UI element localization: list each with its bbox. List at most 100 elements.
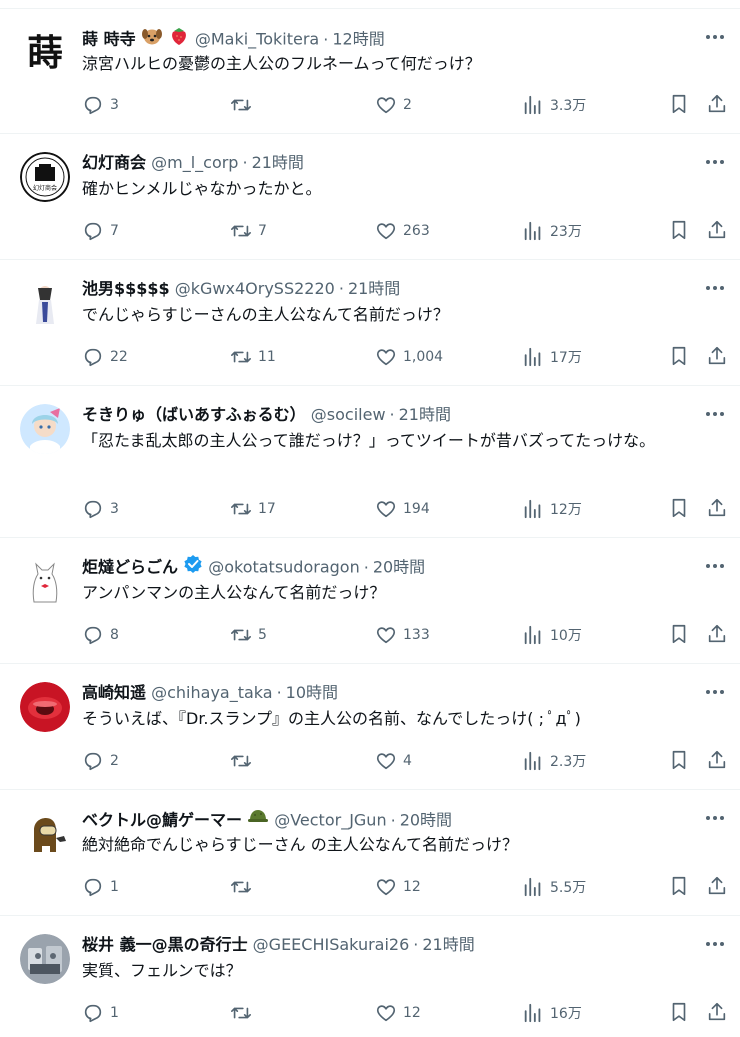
- display-name[interactable]: そきりゅ（ばいあすふぉるむ）: [82, 405, 306, 424]
- display-name[interactable]: 池男$$$$$: [82, 279, 170, 298]
- bookmark-button[interactable]: [668, 1001, 690, 1027]
- more-icon[interactable]: [702, 682, 728, 702]
- like-button[interactable]: 133: [375, 623, 430, 647]
- like-button[interactable]: 12: [375, 1001, 421, 1025]
- retweet-button[interactable]: 11: [230, 345, 276, 369]
- retweet-button[interactable]: 17: [230, 497, 276, 521]
- more-icon[interactable]: [702, 404, 728, 424]
- bookmark-button[interactable]: [668, 623, 690, 649]
- tweet[interactable]: 蒔 蒔 時寺 @Maki_Tokitera · 12時間 涼宮ハルヒの憂鬱の主人公の…: [0, 9, 740, 134]
- views-button[interactable]: 23万: [522, 219, 582, 243]
- views-button[interactable]: 5.5万: [522, 875, 586, 899]
- handle[interactable]: @Maki_Tokitera: [195, 30, 319, 49]
- like-button[interactable]: 4: [375, 749, 412, 773]
- display-name[interactable]: 幻灯商会: [82, 153, 146, 172]
- tweet[interactable]: 高崎知遥 @chihaya_taka · 10時間 そういえば、『Dr.スランプ』の…: [0, 664, 740, 790]
- bookmark-button[interactable]: [668, 219, 690, 245]
- tweet[interactable]: ベクトル@鯖ゲーマー @Vector_JGun · 20時間 絶対絶命でんじゃらすじ…: [0, 790, 740, 916]
- handle[interactable]: @okotatsudoragon: [208, 558, 360, 577]
- like-button[interactable]: 1,004: [375, 345, 443, 369]
- share-button[interactable]: [706, 219, 728, 245]
- bookmark-icon: [672, 94, 686, 114]
- views-button[interactable]: 17万: [522, 345, 582, 369]
- views-button[interactable]: 16万: [522, 1001, 582, 1025]
- timestamp[interactable]: 21時間: [399, 405, 451, 424]
- share-button[interactable]: [706, 623, 728, 649]
- display-name[interactable]: 蒔 時寺: [82, 30, 136, 49]
- more-icon[interactable]: [702, 934, 728, 954]
- tweet[interactable]: 炬燵どらごん @okotatsudoragon · 20時間 アンパンマンの主人公な…: [0, 538, 740, 664]
- reply-button[interactable]: 7: [82, 219, 119, 243]
- like-button[interactable]: 194: [375, 497, 430, 521]
- handle[interactable]: @kGwx4OrySS2220: [175, 279, 335, 298]
- avatar[interactable]: [20, 278, 70, 328]
- avatar[interactable]: [20, 934, 70, 984]
- reply-icon: [84, 878, 102, 897]
- bookmark-button[interactable]: [668, 345, 690, 371]
- timestamp[interactable]: 21時間: [252, 153, 304, 172]
- share-button[interactable]: [706, 345, 728, 371]
- handle[interactable]: @Vector_JGun: [274, 811, 386, 830]
- handle[interactable]: @GEECHISakurai26: [253, 935, 410, 954]
- timestamp[interactable]: 21時間: [348, 279, 400, 298]
- reply-button[interactable]: 3: [82, 497, 119, 521]
- separator: ·: [413, 935, 419, 954]
- bookmark-button[interactable]: [668, 875, 690, 901]
- display-name[interactable]: 高崎知遥: [82, 683, 146, 702]
- timestamp[interactable]: 21時間: [422, 935, 474, 954]
- avatar[interactable]: [20, 404, 70, 454]
- timestamp[interactable]: 20時間: [373, 558, 425, 577]
- tweet[interactable]: 桜井 義一@黒の奇行士 @GEECHISakurai26 · 21時間 実質、フェル…: [0, 916, 740, 1037]
- retweet-button[interactable]: 5: [230, 623, 267, 647]
- views-button[interactable]: 3.3万: [522, 93, 586, 117]
- avatar[interactable]: 幻灯商会: [20, 152, 70, 202]
- like-button[interactable]: 263: [375, 219, 430, 243]
- reply-button[interactable]: 22: [82, 345, 128, 369]
- timestamp[interactable]: 12時間: [332, 30, 384, 49]
- share-button[interactable]: [706, 497, 728, 523]
- share-button[interactable]: [706, 749, 728, 775]
- like-button[interactable]: 12: [375, 875, 421, 899]
- retweet-button[interactable]: [230, 749, 258, 773]
- views-button[interactable]: 12万: [522, 497, 582, 521]
- more-icon[interactable]: [702, 278, 728, 298]
- retweet-button[interactable]: [230, 1001, 258, 1025]
- avatar[interactable]: [20, 808, 70, 858]
- more-icon[interactable]: [702, 152, 728, 172]
- more-icon[interactable]: [702, 556, 728, 576]
- reply-button[interactable]: 1: [82, 875, 119, 899]
- timestamp[interactable]: 20時間: [400, 811, 452, 830]
- reply-button[interactable]: 2: [82, 749, 119, 773]
- bookmark-button[interactable]: [668, 749, 690, 775]
- tweet-text: 「忍たま乱太郎の主人公って誰だっけ？」ってツイートが昔バズってたっけな。: [82, 431, 656, 450]
- reply-button[interactable]: 8: [82, 623, 119, 647]
- retweet-button[interactable]: 7: [230, 219, 267, 243]
- retweet-button[interactable]: [230, 875, 258, 899]
- more-icon[interactable]: [702, 27, 728, 47]
- share-button[interactable]: [706, 1001, 728, 1027]
- tweet[interactable]: 幻灯商会 幻灯商会 @m_l_corp · 21時間 確かヒンメルじゃなかったかと。…: [0, 134, 740, 260]
- reply-button[interactable]: 1: [82, 1001, 119, 1025]
- handle[interactable]: @m_l_corp: [151, 153, 238, 172]
- bookmark-button[interactable]: [668, 93, 690, 119]
- bookmark-button[interactable]: [668, 497, 690, 523]
- tweet[interactable]: 池男$$$$$ @kGwx4OrySS2220 · 21時間 でんじゃらすじーさんの…: [0, 260, 740, 386]
- avatar[interactable]: [20, 556, 70, 606]
- avatar[interactable]: [20, 682, 70, 732]
- share-button[interactable]: [706, 875, 728, 901]
- reply-button[interactable]: 3: [82, 93, 119, 117]
- tweet[interactable]: そきりゅ（ばいあすふぉるむ） @socilew · 21時間 「忍たま乱太郎の主人公…: [0, 386, 740, 538]
- share-button[interactable]: [706, 93, 728, 119]
- views-button[interactable]: 2.3万: [522, 749, 586, 773]
- timestamp[interactable]: 10時間: [286, 683, 338, 702]
- like-button[interactable]: 2: [375, 93, 412, 117]
- display-name[interactable]: 桜井 義一@黒の奇行士: [82, 935, 248, 954]
- retweet-button[interactable]: [230, 93, 258, 117]
- display-name[interactable]: ベクトル@鯖ゲーマー: [82, 811, 242, 830]
- avatar[interactable]: 蒔: [20, 27, 70, 77]
- views-button[interactable]: 10万: [522, 623, 582, 647]
- display-name[interactable]: 炬燵どらごん: [82, 558, 178, 577]
- handle[interactable]: @socilew: [311, 405, 386, 424]
- more-icon[interactable]: [702, 808, 728, 828]
- handle[interactable]: @chihaya_taka: [151, 683, 272, 702]
